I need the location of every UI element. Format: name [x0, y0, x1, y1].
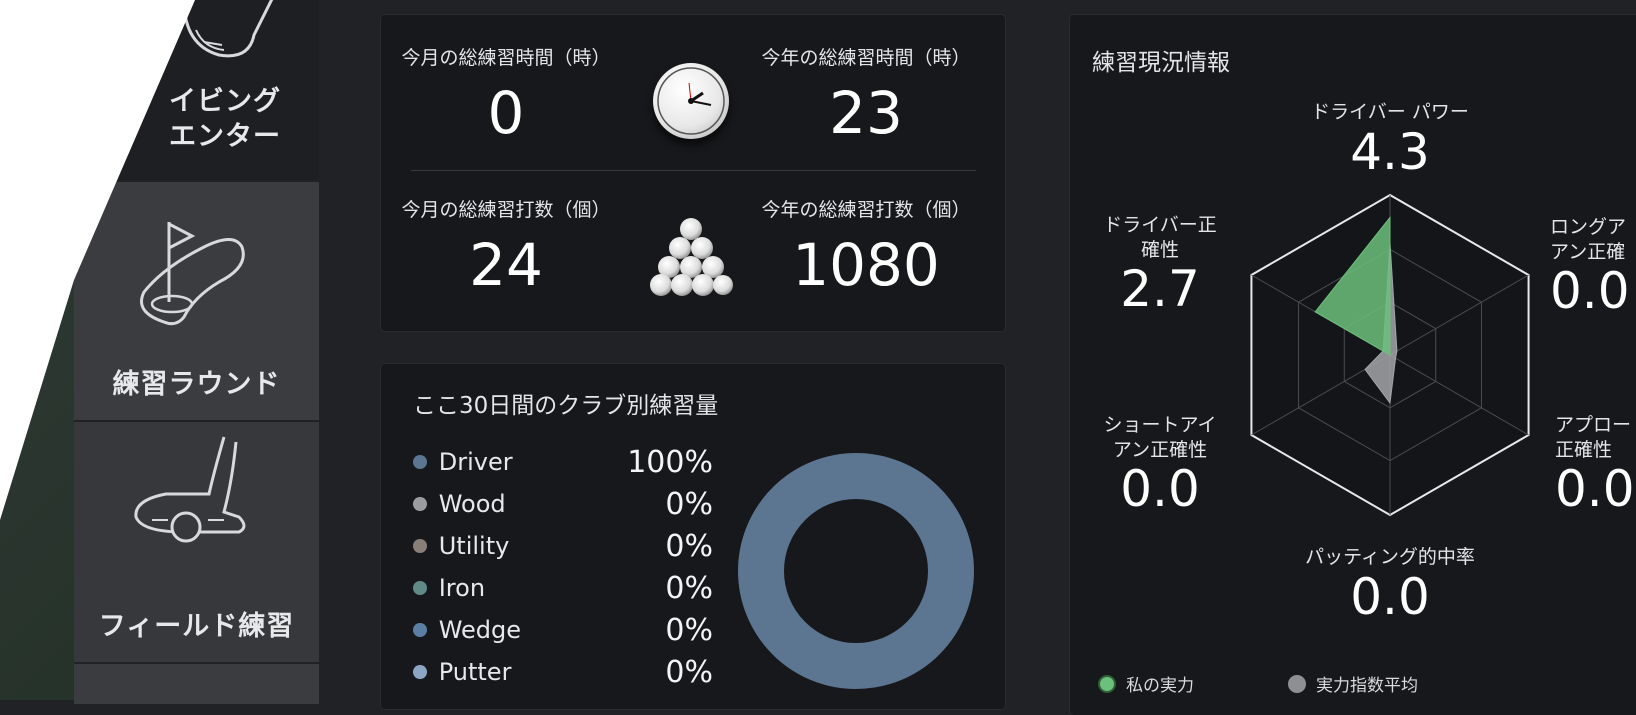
club-usage-row: Iron 0% [413, 568, 713, 608]
club-name: Driver [438, 448, 513, 476]
radar-axis-approach: アプロー 正確性 0.0 [1555, 413, 1636, 517]
club-percent: 100% [627, 444, 713, 480]
club-name: Utility [438, 532, 510, 560]
donut-slice-driver [738, 453, 974, 689]
club-usage-panel: ここ30日間のクラブ別練習量 Driver 100% Wood 0% Utility 0%… [381, 364, 1005, 709]
legend-average-skill: 実力指数平均 [1288, 671, 1418, 696]
sidebar-item-partial[interactable] [74, 664, 319, 704]
club-usage-row: Wood 0% [413, 484, 713, 524]
year-hours-value: 23 [829, 79, 903, 147]
legend-swatch [1098, 674, 1116, 693]
radar-axis-label: ロングア アン正確 [1550, 216, 1627, 263]
clock-icon [653, 63, 729, 139]
golf-balls-pyramid-icon [649, 215, 733, 305]
sidebar-item-field-practice[interactable]: フィールド練習 [74, 422, 319, 662]
practice-totals-panel: 今月の総練習時間（時） 0 今年の総練習時間（時） 23 今月の総練習打数（個）… [381, 15, 1005, 331]
radar-axis-short-iron: ショートアイ アン正確性 0.0 [1090, 413, 1230, 517]
radar-axis-label: パッティング的中率 [1305, 546, 1475, 568]
legend-my-skill: 私の実力 [1098, 671, 1194, 696]
month-shots-value: 24 [469, 231, 543, 299]
club-color-dot [413, 581, 427, 595]
club-usage-row: Driver 100% [413, 442, 713, 482]
club-percent: 0% [665, 570, 713, 606]
year-hours-label: 今年の総練習時間（時） [761, 47, 971, 69]
club-usage-donut-chart [738, 453, 974, 689]
radar-axis-value: 0.0 [1555, 460, 1635, 519]
radar-axis-label: アプロー 正確性 [1555, 414, 1632, 461]
stats-divider [411, 170, 976, 171]
club-percent: 0% [665, 612, 713, 648]
month-shots-label: 今月の総練習打数（個） [401, 199, 611, 221]
club-percent: 0% [665, 654, 713, 690]
club-name: Wedge [438, 616, 522, 644]
club-name: Iron [438, 574, 486, 602]
club-name: Putter [438, 658, 512, 686]
club-name: Wood [438, 490, 506, 518]
radar-axis-putting: パッティング的中率 0.0 [1240, 545, 1540, 625]
club-color-dot [413, 623, 427, 637]
year-shots-value: 1080 [792, 231, 940, 299]
legend-label: 私の実力 [1126, 676, 1194, 696]
year-shots-stat: 今年の総練習打数（個） 1080 [746, 195, 986, 298]
club-usage-row: Utility 0% [413, 526, 713, 566]
radar-axis-driver-power: ドライバー パワー 4.3 [1240, 100, 1540, 180]
golf-hole-flag-icon [140, 222, 245, 326]
club-usage-row: Putter 0% [413, 652, 713, 692]
month-hours-value: 0 [487, 79, 525, 147]
club-color-dot [413, 455, 427, 469]
year-shots-label: 今年の総練習打数（個） [761, 199, 971, 221]
driver-club-icon [182, 0, 274, 58]
sidebar-item-label: イビング エンター [169, 86, 281, 153]
radar-axis-label: ドライバー パワー [1311, 101, 1469, 123]
radar-axis-long-iron: ロングア アン正確 0.0 [1550, 215, 1636, 319]
month-hours-stat: 今月の総練習時間（時） 0 [391, 43, 621, 146]
year-hours-stat: 今年の総練習時間（時） 23 [746, 43, 986, 146]
club-percent: 0% [665, 528, 713, 564]
radar-axis-value: 0.0 [1550, 262, 1630, 321]
radar-axis-label: ショートアイ アン正確性 [1103, 414, 1217, 461]
club-usage-row: Wedge 0% [413, 610, 713, 650]
sidebar-item-practice-round[interactable]: 練習ラウンド [74, 182, 319, 420]
sidebar-item-label: 練習ラウンド [112, 368, 281, 400]
legend-label: 実力指数平均 [1316, 676, 1418, 696]
putter-ball-icon [134, 436, 246, 543]
legend-swatch [1288, 674, 1306, 693]
skill-radar-chart [1250, 193, 1530, 517]
club-color-dot [413, 539, 427, 553]
club-percent: 0% [665, 486, 713, 522]
radar-axis-value: 4.3 [1350, 122, 1430, 181]
month-hours-label: 今月の総練習時間（時） [401, 47, 611, 69]
month-shots-stat: 今月の総練習打数（個） 24 [391, 195, 621, 298]
practice-status-panel: 練習現況情報 ドライバー パワー 4.3 ロングア アン正確 0.0 アプロー … [1070, 15, 1636, 715]
radar-axis-label: ドライバー正 確性 [1103, 214, 1217, 261]
sidebar-item-label: フィールド練習 [98, 610, 295, 642]
radar-axis-value: 2.7 [1120, 260, 1200, 319]
club-usage-title: ここ30日間のクラブ別練習量 [413, 393, 719, 419]
radar-axis-driver-accuracy: ドライバー正 確性 2.7 [1090, 213, 1230, 317]
radar-axis-value: 0.0 [1350, 567, 1430, 626]
club-color-dot [413, 665, 427, 679]
radar-axis-value: 0.0 [1120, 460, 1200, 519]
radar-title: 練習現況情報 [1092, 50, 1230, 76]
club-color-dot [413, 497, 427, 511]
